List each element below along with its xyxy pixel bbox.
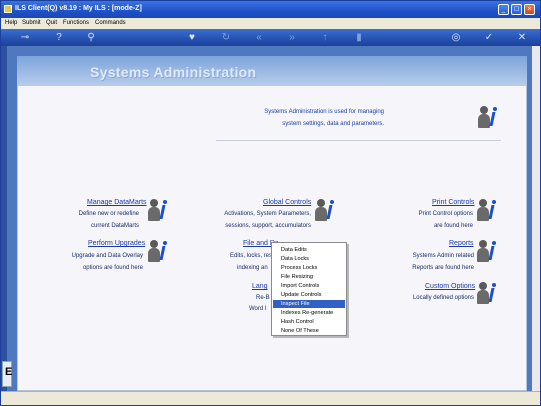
manage-datamarts-icon[interactable] [148, 199, 168, 221]
ctx-item-indexes-regenerate[interactable]: Indexes Re-generate [273, 309, 345, 317]
languages-desc-2: Word I [249, 306, 267, 312]
reports-desc-1: Systems Admin related [412, 253, 474, 259]
window-title: ILS Client(Q) v8.19 : My ILS : [mode-Z] [15, 5, 142, 12]
rewind-icon[interactable]: « [253, 32, 265, 44]
ctx-item-inspect-file[interactable]: Inspect File [273, 300, 345, 308]
side-strip [1, 46, 7, 391]
languages-link[interactable]: Lang [252, 283, 268, 290]
manage-datamarts-desc-2: current DataMarts [90, 223, 139, 229]
reports-icon[interactable] [477, 240, 497, 262]
intro-line-1: Systems Administration is used for manag… [264, 109, 384, 115]
app-window: ILS Client(Q) v8.19 : My ILS : [mode-Z] … [0, 0, 541, 406]
page-title: Systems Administration [90, 64, 257, 80]
intro-line-2: system settings, data and parameters. [282, 121, 384, 127]
print-controls-link[interactable]: Print Controls [432, 199, 474, 206]
heart-icon[interactable]: ♥ [186, 32, 198, 44]
global-controls-desc-2: sessions, support, accumulators [225, 223, 311, 229]
print-controls-desc-1: Print Control options [418, 211, 473, 217]
ctx-item-import-controls[interactable]: Import Controls [273, 282, 345, 290]
ctx-item-none-of-these[interactable]: None Of These [273, 327, 345, 335]
app-icon [4, 5, 12, 13]
intro-text: Systems Administration is used for manag… [231, 106, 384, 130]
ctx-item-data-edits[interactable]: Data Edits [273, 246, 345, 254]
minimize-button[interactable]: _ [498, 4, 509, 15]
close-window-button[interactable]: × [524, 4, 535, 15]
globe-icon[interactable]: ◎ [450, 32, 462, 44]
perform-upgrades-icon[interactable] [148, 240, 168, 262]
menu-help[interactable]: Help [5, 20, 17, 26]
print-controls-desc-2: are found here [433, 223, 473, 229]
custom-options-desc-1: Locally defined options [412, 295, 474, 301]
key-icon[interactable]: ⊸ [15, 32, 35, 44]
refresh-icon[interactable]: ↻ [220, 32, 232, 44]
help-icon[interactable]: ? [53, 32, 65, 44]
print-controls-icon[interactable] [477, 199, 497, 221]
toolbar: ⊸ ? ⚲ ♥ ↻ « » ↑ ▮ ◎ ✓ ✕ [1, 29, 540, 46]
banner: Systems Administration [17, 56, 527, 86]
perform-upgrades-desc-1: Upgrade and Data Overlay [71, 253, 143, 259]
reports-link[interactable]: Reports [449, 240, 474, 247]
global-controls-icon[interactable] [315, 199, 335, 221]
global-controls-desc-1: Activations, System Parameters, [224, 211, 311, 217]
menu-commands[interactable]: Commands [95, 20, 126, 26]
document-icon[interactable]: ▮ [353, 32, 365, 44]
ctx-item-hash-control[interactable]: Hash Control [273, 318, 345, 326]
ctx-item-process-locks[interactable]: Process Locks [273, 264, 345, 272]
file-and-data-desc-2: indexing an [237, 265, 268, 271]
perform-upgrades-desc-2: options are found here [82, 265, 143, 271]
side-tab-glyph: E [5, 366, 13, 378]
reports-desc-2: Reports are found here [412, 265, 474, 271]
menu-bar: Help Submit Quit Functions Commands [1, 18, 540, 29]
side-tab[interactable]: E [2, 361, 12, 387]
context-menu: Data Edits Data Locks Process Locks File… [271, 242, 347, 336]
perform-upgrades-link[interactable]: Perform Upgrades [88, 240, 145, 247]
close-icon[interactable]: ✕ [516, 32, 528, 44]
title-bar[interactable]: ILS Client(Q) v8.19 : My ILS : [mode-Z] … [1, 1, 540, 18]
manage-datamarts-desc-1: Define new or redefine [78, 211, 139, 217]
status-bar [1, 391, 540, 405]
info-person-icon [478, 106, 498, 128]
custom-options-icon[interactable] [477, 282, 497, 304]
fast-forward-icon[interactable]: » [286, 32, 298, 44]
search-icon[interactable]: ⚲ [85, 32, 97, 44]
menu-functions[interactable]: Functions [63, 20, 89, 26]
ctx-item-file-resizing[interactable]: File Resizing [273, 273, 345, 281]
global-controls-link[interactable]: Global Controls [263, 199, 311, 206]
custom-options-link[interactable]: Custom Options [425, 283, 475, 290]
file-and-data-desc-1: Edits, locks, res [230, 253, 273, 259]
ctx-item-data-locks[interactable]: Data Locks [273, 255, 345, 263]
manage-datamarts-link[interactable]: Manage DataMarts [87, 199, 147, 206]
vertical-scrollbar[interactable] [532, 46, 540, 391]
ctx-item-update-controls[interactable]: Update Controls [273, 291, 345, 299]
menu-submit[interactable]: Submit [22, 20, 41, 26]
check-icon[interactable]: ✓ [483, 32, 495, 44]
menu-quit[interactable]: Quit [46, 20, 57, 26]
divider [216, 140, 501, 141]
up-icon[interactable]: ↑ [319, 32, 331, 44]
maximize-button[interactable]: □ [511, 4, 522, 15]
